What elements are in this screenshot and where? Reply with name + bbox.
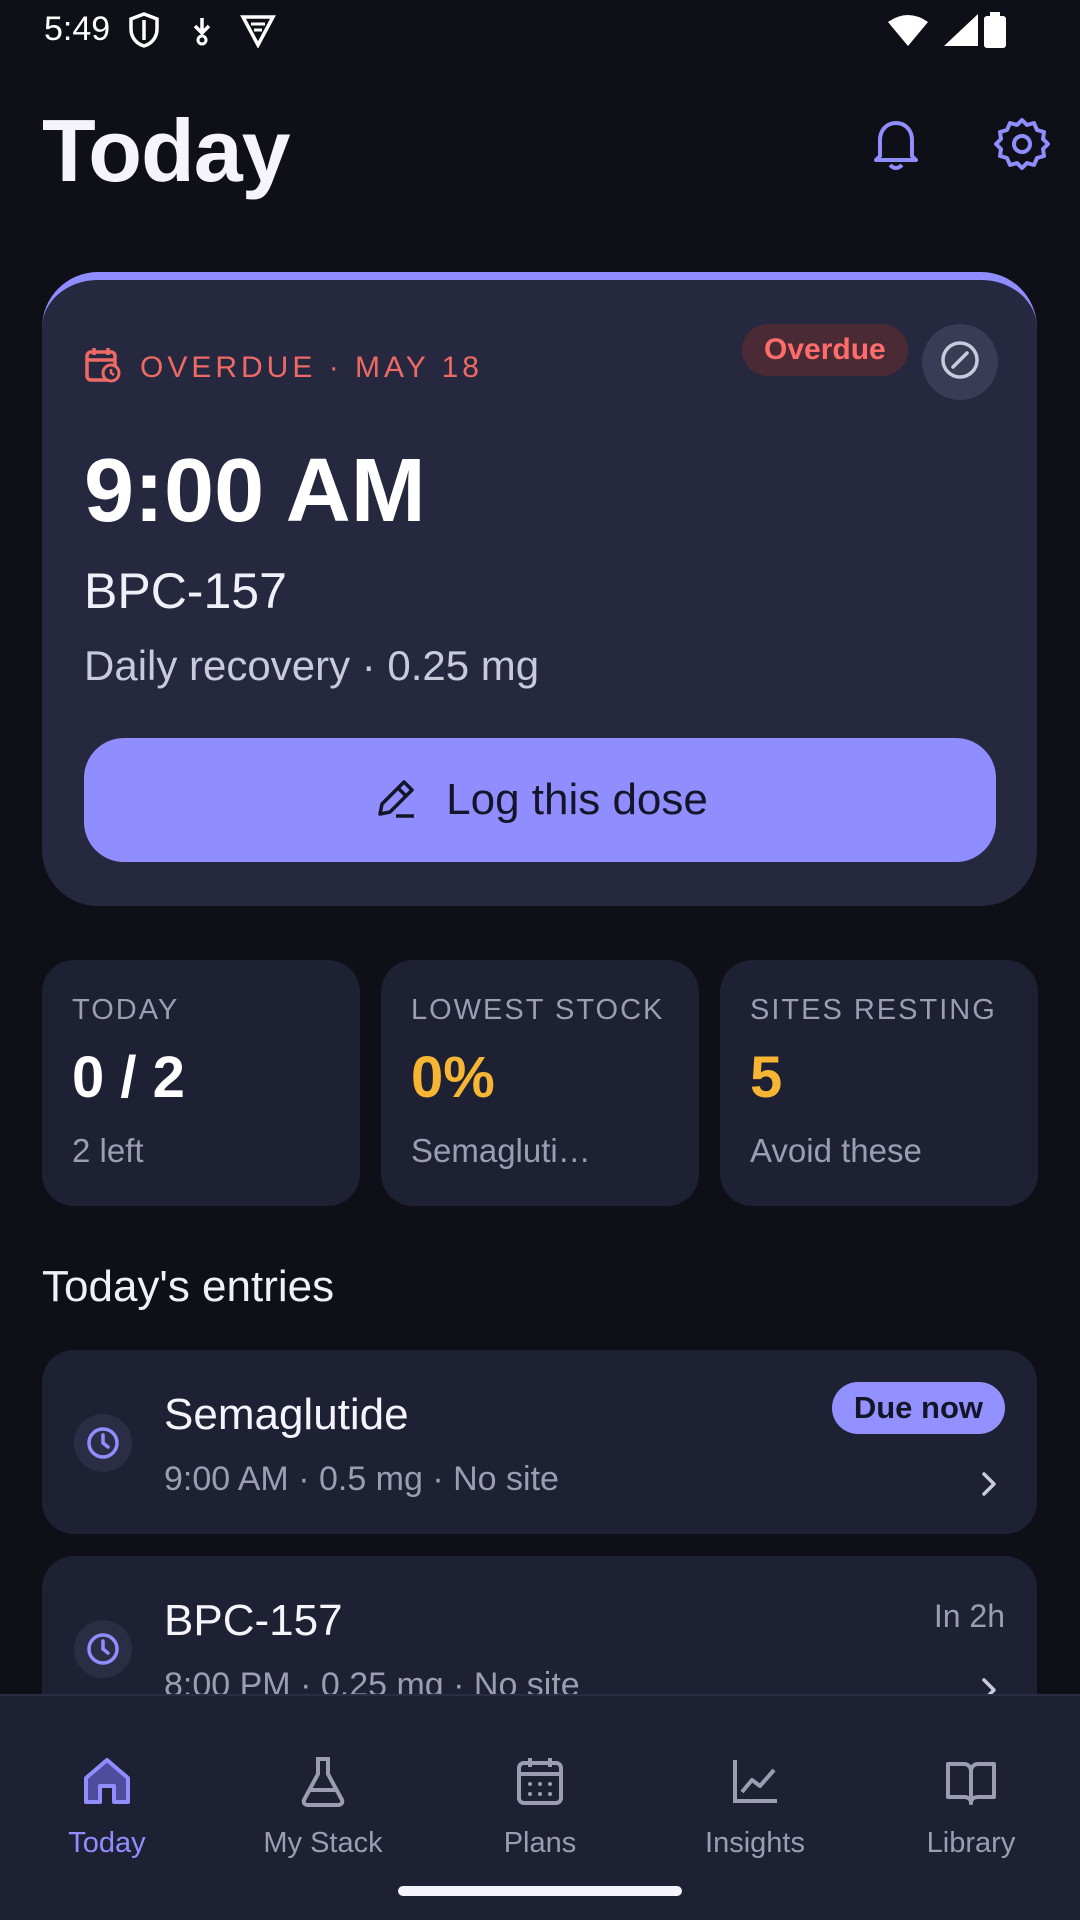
log-dose-button[interactable]: Log this dose xyxy=(84,738,996,862)
page-title: Today xyxy=(42,101,291,200)
clock-icon xyxy=(74,1414,132,1472)
skip-icon xyxy=(939,339,981,386)
flask-icon xyxy=(296,1754,350,1813)
pencil-icon xyxy=(372,774,420,827)
wifi-icon xyxy=(888,14,928,51)
entry-card-semaglutide[interactable]: Semaglutide 9:00 AM · 0.5 mg · No site D… xyxy=(42,1350,1037,1534)
nav-label: My Stack xyxy=(263,1827,383,1859)
book-icon xyxy=(944,1754,998,1813)
overdue-line: OVERDUE · MAY 18 xyxy=(84,346,483,389)
nav-item-plans[interactable]: Plans xyxy=(440,1754,640,1860)
stat-sub: Semagluti… xyxy=(411,1132,591,1169)
status-bar: 5:49 xyxy=(0,0,1080,60)
stat-value: 0 / 2 xyxy=(72,1045,185,1110)
download-icon xyxy=(188,16,216,51)
nav-label: Library xyxy=(926,1827,1016,1859)
entry-detail: 9:00 AM · 0.5 mg · No site xyxy=(164,1460,559,1498)
entry-name: Semaglutide xyxy=(164,1390,409,1439)
dose-time: 9:00 AM xyxy=(84,441,426,541)
shield-icon xyxy=(128,12,160,53)
overdue-badge: Overdue xyxy=(742,324,908,376)
next-dose-card: OVERDUE · MAY 18 Overdue 9:00 AM BPC-157… xyxy=(42,272,1037,906)
stat-value: 0% xyxy=(411,1045,495,1110)
nav-item-insights[interactable]: Insights xyxy=(655,1754,855,1860)
stat-label: SITES RESTING xyxy=(750,994,997,1026)
dose-detail: Daily recovery · 0.25 mg xyxy=(84,642,540,689)
home-icon xyxy=(80,1754,134,1813)
nav-item-library[interactable]: Library xyxy=(871,1754,1071,1860)
status-time: 5:49 xyxy=(44,10,111,48)
clock-icon xyxy=(74,1620,132,1678)
dose-compound: BPC-157 xyxy=(84,563,287,619)
bottom-navigation: Today My Stack Plans Insights Library xyxy=(0,1694,1080,1920)
nav-label: Today xyxy=(68,1827,146,1859)
chevron-right-icon xyxy=(979,1470,999,1503)
entries-section-title: Today's entries xyxy=(42,1262,335,1311)
settings-button[interactable] xyxy=(992,116,1052,176)
stat-label: LOWEST STOCK xyxy=(411,994,665,1026)
nav-item-my-stack[interactable]: My Stack xyxy=(223,1754,423,1860)
entry-eta: In 2h xyxy=(933,1598,1005,1634)
notifications-button[interactable] xyxy=(866,116,926,176)
stat-card-sites-resting[interactable]: SITES RESTING 5 Avoid these xyxy=(720,960,1038,1206)
gear-icon xyxy=(994,116,1050,177)
entry-name: BPC-157 xyxy=(164,1596,343,1645)
stat-card-today[interactable]: TODAY 0 / 2 2 left xyxy=(42,960,360,1206)
home-indicator[interactable] xyxy=(398,1886,682,1896)
log-dose-label: Log this dose xyxy=(446,775,708,824)
bell-icon xyxy=(870,116,922,177)
battery-icon xyxy=(984,12,1006,53)
nav-label: Insights xyxy=(705,1827,805,1859)
stat-sub: Avoid these xyxy=(750,1132,922,1169)
vpn-icon xyxy=(240,14,276,53)
overdue-status-text: OVERDUE · MAY 18 xyxy=(140,350,483,384)
stat-sub: 2 left xyxy=(72,1132,144,1169)
calendar-alert-icon xyxy=(84,346,122,389)
stat-label: TODAY xyxy=(72,994,180,1026)
calendar-icon xyxy=(513,1754,567,1813)
stat-value: 5 xyxy=(750,1045,783,1110)
due-now-badge: Due now xyxy=(831,1382,1005,1434)
stat-card-lowest-stock[interactable]: LOWEST STOCK 0% Semagluti… xyxy=(381,960,699,1206)
signal-icon xyxy=(944,14,978,51)
chart-icon xyxy=(728,1754,782,1813)
skip-dose-button[interactable] xyxy=(922,324,998,400)
nav-label: Plans xyxy=(503,1827,577,1859)
nav-item-today[interactable]: Today xyxy=(7,1754,207,1860)
